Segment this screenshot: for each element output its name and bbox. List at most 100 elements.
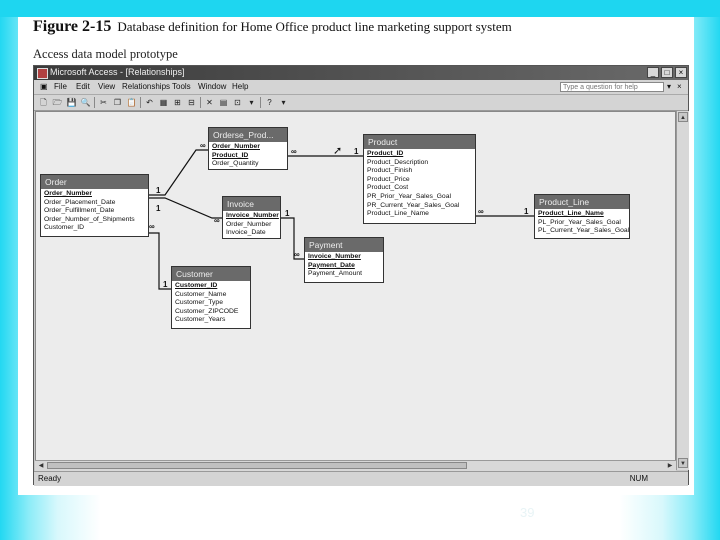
table-order[interactable]: Order Order_Number Order_Placement_Date … (40, 174, 149, 237)
help-question-input[interactable]: Type a question for help (560, 82, 664, 92)
menu-window[interactable]: Window (198, 82, 226, 91)
field-order-number[interactable]: Order_Number (225, 221, 280, 230)
field-order-number[interactable]: Order_Number (211, 143, 287, 152)
window-titlebar[interactable]: Microsoft Access - [Relationships] _ □ × (34, 66, 688, 80)
table-order-product[interactable]: Orderse_Prod... Order_Number Product_ID … (208, 127, 288, 170)
field-order-fulfillment-date[interactable]: Order_Fulfillment_Date (43, 207, 148, 216)
toolbar-separator (94, 97, 95, 108)
delete-icon[interactable]: ✕ (204, 97, 215, 108)
field-pr-prior-goal[interactable]: PR_Prior_Year_Sales_Goal (366, 193, 475, 202)
table-title[interactable]: Product_Line (535, 195, 629, 209)
copy-icon[interactable]: ❐ (112, 97, 123, 108)
maximize-button[interactable]: □ (661, 67, 673, 78)
menu-tools[interactable]: Tools (172, 82, 191, 91)
help-dropdown-icon[interactable]: ▾ (667, 82, 671, 91)
database-window-icon[interactable]: ▤ (218, 97, 229, 108)
scroll-left-icon[interactable]: ◀ (36, 461, 46, 471)
rel-order-customer[interactable] (149, 232, 171, 290)
field-order-shipments[interactable]: Order_Number_of_Shipments (43, 216, 148, 225)
paste-icon[interactable]: 📋 (126, 97, 137, 108)
undo-icon[interactable]: ↶ (144, 97, 155, 108)
save-icon[interactable]: 💾 (66, 97, 77, 108)
cut-icon[interactable]: ✂ (98, 97, 109, 108)
slide-top-band (0, 0, 720, 17)
menu-edit[interactable]: Edit (76, 82, 90, 91)
table-product-line[interactable]: Product_Line Product_Line_Name PL_Prior_… (534, 194, 630, 239)
table-title[interactable]: Invoice (223, 197, 280, 211)
field-pl-current-goal[interactable]: PL_Current_Year_Sales_Goal (537, 227, 629, 236)
field-pr-current-goal[interactable]: PR_Current_Year_Sales_Goal (366, 202, 475, 211)
minimize-button[interactable]: _ (647, 67, 659, 78)
card-one: 1 (163, 280, 168, 289)
field-product-cost[interactable]: Product_Cost (366, 184, 475, 193)
toolbar: 🗋 🗁 💾 🔍 ✂ ❐ 📋 ↶ ▦ ⊞ ⊟ ✕ ▤ ⊡ ▾ ? ▾ (34, 95, 688, 111)
show-table-icon[interactable]: ▦ (158, 97, 169, 108)
table-title[interactable]: Order (41, 175, 148, 189)
table-title[interactable]: Customer (172, 267, 250, 281)
field-customer-type[interactable]: Customer_Type (174, 299, 250, 308)
slide-number: 39 (520, 505, 535, 520)
field-customer-id[interactable]: Customer_ID (174, 282, 250, 291)
rel-invoice-payment[interactable] (281, 217, 304, 260)
field-product-finish[interactable]: Product_Finish (366, 167, 475, 176)
field-product-id[interactable]: Product_ID (366, 150, 475, 159)
print-preview-icon[interactable]: 🔍 (80, 97, 91, 108)
show-all-icon[interactable]: ⊟ (186, 97, 197, 108)
field-order-quantity[interactable]: Order_Quantity (211, 160, 287, 169)
field-product-description[interactable]: Product_Description (366, 159, 475, 168)
menu-relationships[interactable]: Relationships (122, 82, 170, 91)
field-customer-years[interactable]: Customer_Years (174, 316, 250, 325)
access-window: Microsoft Access - [Relationships] _ □ ×… (33, 65, 689, 486)
field-order-number[interactable]: Order_Number (43, 190, 148, 199)
field-invoice-date[interactable]: Invoice_Date (225, 229, 280, 238)
field-order-placement-date[interactable]: Order_Placement_Date (43, 199, 148, 208)
scroll-down-icon[interactable]: ▼ (678, 458, 688, 468)
card-one: 1 (156, 204, 161, 213)
field-customer-id[interactable]: Customer_ID (43, 224, 148, 233)
field-pl-prior-goal[interactable]: PL_Prior_Year_Sales_Goal (537, 219, 629, 228)
relationships-canvas[interactable]: 1 ∞ ∞ 1 1 ∞ 1 ∞ ∞ 1 ∞ 1 Orderse_Prod... … (35, 111, 676, 470)
field-product-id[interactable]: Product_ID (211, 152, 287, 161)
card-many: ∞ (294, 250, 300, 259)
field-payment-date[interactable]: Payment_Date (307, 262, 383, 271)
close-button[interactable]: × (675, 67, 687, 78)
table-customer[interactable]: Customer Customer_ID Customer_Name Custo… (171, 266, 251, 329)
menu-doc-icon[interactable]: ▣ (40, 82, 48, 91)
toolbar-separator (140, 97, 141, 108)
show-direct-icon[interactable]: ⊞ (172, 97, 183, 108)
menu-view[interactable]: View (98, 82, 115, 91)
table-title[interactable]: Product (364, 135, 475, 149)
field-product-line-name[interactable]: Product_Line_Name (366, 210, 475, 219)
help-icon[interactable]: ? (264, 97, 275, 108)
new-icon[interactable]: 🗋 (38, 97, 49, 108)
card-one: 1 (354, 147, 359, 156)
menu-bar: ▣ File Edit View Relationships Tools Win… (34, 80, 688, 95)
scroll-up-icon[interactable]: ▲ (678, 112, 688, 122)
field-invoice-number[interactable]: Invoice_Number (225, 212, 280, 221)
access-app-icon[interactable] (37, 68, 48, 79)
field-invoice-number[interactable]: Invoice_Number (307, 253, 383, 262)
table-product[interactable]: Product Product_ID Product_Description P… (363, 134, 476, 224)
table-title[interactable]: Payment (305, 238, 383, 252)
menu-help[interactable]: Help (232, 82, 248, 91)
field-payment-amount[interactable]: Payment_Amount (307, 270, 383, 279)
field-product-price[interactable]: Product_Price (366, 176, 475, 185)
scroll-right-icon[interactable]: ▶ (665, 461, 675, 471)
toolbar-separator (260, 97, 261, 108)
vertical-scrollbar[interactable]: ▲ ▼ (676, 111, 689, 470)
table-invoice[interactable]: Invoice Invoice_Number Order_Number Invo… (222, 196, 281, 239)
horizontal-scroll-thumb[interactable] (47, 462, 467, 469)
toolbar-options-icon[interactable]: ▾ (278, 97, 289, 108)
new-object-dropdown-icon[interactable]: ▾ (246, 97, 257, 108)
table-title[interactable]: Orderse_Prod... (209, 128, 287, 142)
field-customer-zipcode[interactable]: Customer_ZIPCODE (174, 308, 250, 317)
field-customer-name[interactable]: Customer_Name (174, 291, 250, 300)
menu-file[interactable]: File (54, 82, 67, 91)
doc-close-icon[interactable]: × (677, 82, 682, 91)
table-payment[interactable]: Payment Invoice_Number Payment_Date Paym… (304, 237, 384, 283)
horizontal-scrollbar[interactable]: ◀ ▶ (35, 460, 676, 471)
field-product-line-name[interactable]: Product_Line_Name (537, 210, 629, 219)
open-icon[interactable]: 🗁 (52, 97, 63, 108)
card-many: ∞ (291, 147, 297, 156)
new-object-icon[interactable]: ⊡ (232, 97, 243, 108)
